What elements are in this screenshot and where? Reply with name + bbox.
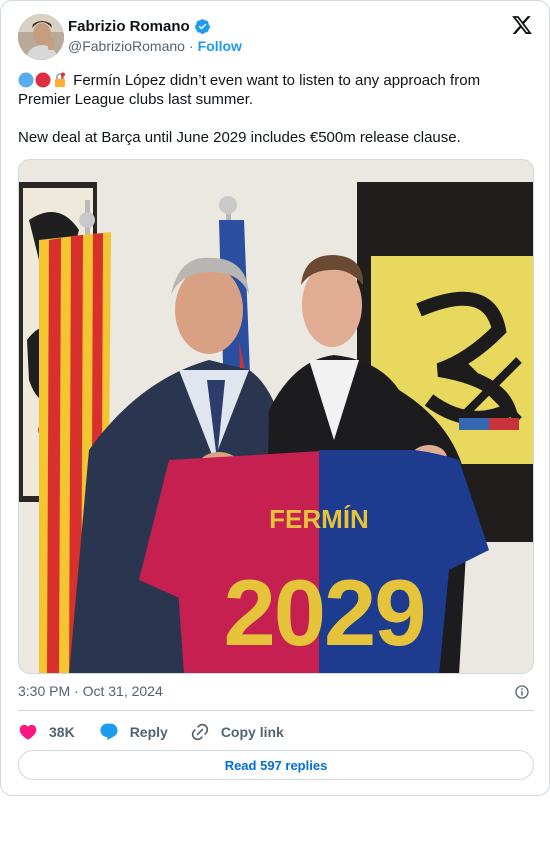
- shirt-number-text: 2029: [223, 560, 424, 665]
- action-bar: 38K Reply Copy link: [18, 720, 284, 744]
- reply-bubble-icon: [100, 723, 118, 741]
- tweet-line-1: Fermín López didn’t even want to listen …: [18, 72, 481, 108]
- tweet-paragraph-1: Fermín López didn’t even want to listen …: [18, 71, 533, 109]
- tweet-photo[interactable]: FERMÍN 2029: [18, 159, 534, 674]
- verified-badge-icon: [194, 19, 210, 34]
- lock-with-key-icon: [55, 72, 65, 87]
- x-logo-icon[interactable]: [511, 14, 533, 36]
- like-button[interactable]: 38K: [18, 722, 75, 742]
- copy-link-label: Copy link: [220, 724, 284, 740]
- info-icon[interactable]: [514, 684, 530, 700]
- tweet-card: Fabrizio Romano @FabrizioRomano · Follow…: [0, 0, 550, 796]
- blue-circle-icon: [18, 72, 34, 88]
- reply-label: Reply: [129, 724, 168, 740]
- timestamp[interactable]: 3:30 PM · Oct 31, 2024: [18, 683, 163, 699]
- tweet-line-2: New deal at Barça until June 2029 includ…: [18, 129, 461, 146]
- author-name[interactable]: Fabrizio Romano: [68, 18, 190, 35]
- avatar[interactable]: [18, 14, 64, 60]
- like-count: 38K: [49, 724, 75, 740]
- red-circle-icon: [35, 72, 51, 88]
- tweet-paragraph-2: New deal at Barça until June 2029 includ…: [18, 128, 533, 147]
- author-handle-row: @FabrizioRomano · Follow: [68, 38, 242, 54]
- link-icon: [191, 723, 209, 741]
- read-replies-button[interactable]: Read 597 replies: [18, 750, 534, 780]
- separator-dot: ·: [188, 38, 194, 54]
- copy-link-button[interactable]: Copy link: [190, 722, 284, 742]
- heart-icon: [19, 724, 37, 740]
- author-handle[interactable]: @FabrizioRomano: [68, 38, 185, 54]
- photo-illustration: FERMÍN 2029: [19, 160, 533, 673]
- divider: [18, 710, 534, 711]
- tweet-text: Fermín López didn’t even want to listen …: [18, 71, 533, 147]
- reply-button[interactable]: Reply: [99, 722, 168, 742]
- shirt-name-text: FERMÍN: [269, 504, 369, 534]
- follow-button[interactable]: Follow: [198, 38, 242, 54]
- author-name-row: Fabrizio Romano: [68, 18, 211, 35]
